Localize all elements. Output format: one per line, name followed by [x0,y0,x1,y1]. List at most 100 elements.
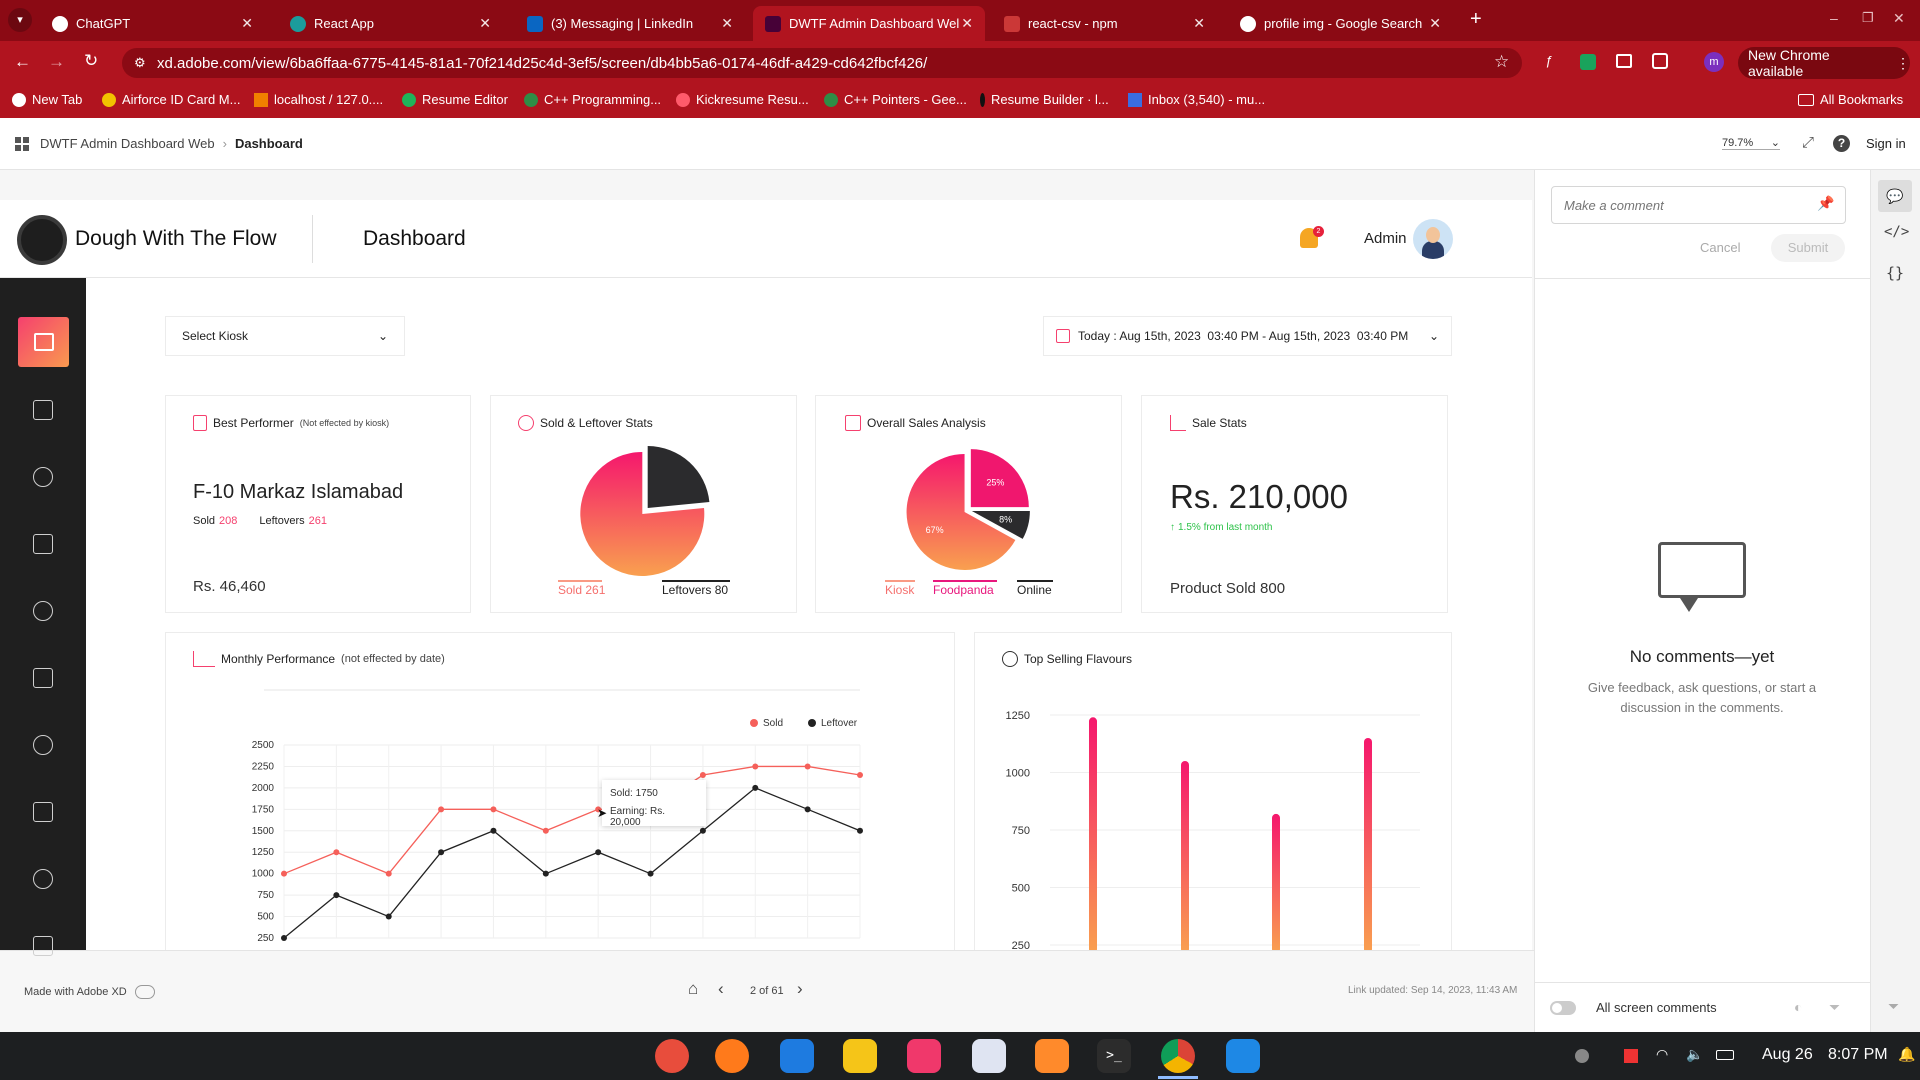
data-point-leftover[interactable] [490,827,497,834]
tray-app-icon[interactable] [1624,1049,1638,1063]
zoom-select[interactable]: 79.7% ⌄ [1722,136,1780,150]
breadcrumb-project[interactable]: DWTF Admin Dashboard Web [40,136,215,151]
data-point-sold[interactable] [857,772,863,779]
data-point-sold[interactable] [804,763,811,770]
close-icon[interactable]: ✕ [961,15,973,32]
filter-icon[interactable]: ⏷ [1829,999,1840,1016]
kiosk-icon[interactable] [33,400,53,420]
bookmark-item[interactable]: C++ Pointers - Gee... [824,92,967,107]
flavour-bar[interactable] [1364,738,1372,950]
tab-linkedin[interactable]: (3) Messaging | LinkedIn ✕ [515,6,745,41]
firefox-icon[interactable] [715,1039,749,1073]
bookmark-item[interactable]: Resume Editor [402,92,508,107]
bookmark-item[interactable]: C++ Programming... [524,92,661,107]
all-bookmarks-button[interactable]: All Bookmarks [1798,92,1903,107]
close-icon[interactable]: ✕ [241,15,253,32]
back-button[interactable]: ← [14,52,31,72]
all-comments-toggle[interactable] [1550,1001,1576,1015]
close-icon[interactable]: ✕ [479,15,491,32]
data-point-leftover[interactable] [752,784,759,791]
tab-react-app[interactable]: React App ✕ [278,6,503,41]
data-point-sold[interactable] [490,806,497,813]
forward-button[interactable]: → [48,52,65,72]
tray-app-icon[interactable] [1575,1049,1589,1063]
pin-icon[interactable]: 📌 [1817,195,1834,212]
launcher-icon[interactable] [655,1039,689,1073]
fullscreen-icon[interactable]: ⤢ [1802,134,1814,151]
strip-filter-icon[interactable]: ⏷ [1888,998,1899,1015]
tab-list-dropdown[interactable]: ▾ [8,8,32,32]
data-point-leftover[interactable] [595,849,602,856]
flavour-bar[interactable] [1181,761,1189,950]
sign-in-link[interactable]: Sign in [1866,136,1906,151]
data-point-leftover[interactable] [647,870,654,877]
braces-icon[interactable]: {} [1886,264,1904,282]
data-point-leftover[interactable] [857,827,863,834]
tab-react-csv[interactable]: react-csv - npm ✕ [992,6,1217,41]
kiosk-select[interactable]: Select Kiosk ⌄ [165,316,405,356]
inventory-icon[interactable] [33,601,53,621]
cancel-button[interactable]: Cancel [1700,240,1740,255]
avatar[interactable] [1413,219,1453,259]
data-point-leftover[interactable] [281,935,287,941]
data-point-sold[interactable] [438,806,445,813]
bookmark-item[interactable]: New Tab [12,92,82,107]
hide-comments-icon[interactable]: ◐ [1794,999,1802,1015]
bookmark-item[interactable]: Resume Builder · l... [980,92,1109,107]
battery-icon[interactable] [1716,1050,1734,1060]
staff-icon[interactable] [33,735,53,755]
data-point-leftover[interactable] [542,870,549,877]
wifi-icon[interactable]: ◠ [1656,1046,1668,1063]
bookmark-item[interactable]: localhost / 127.0.... [254,92,383,107]
app-store-icon[interactable] [1035,1039,1069,1073]
new-tab-button[interactable]: + [1470,8,1482,31]
orders-icon[interactable] [33,467,53,487]
extension-icon[interactable] [1580,54,1596,70]
bookmark-item[interactable]: Airforce ID Card M... [102,92,240,107]
data-point-sold[interactable] [542,827,549,834]
reload-button[interactable]: ↻ [84,51,98,71]
volume-icon[interactable]: 🔈 [1686,1046,1703,1063]
code-icon[interactable]: </> [1884,224,1909,240]
mail-icon[interactable] [780,1039,814,1073]
close-window-button[interactable]: ✕ [1893,10,1905,27]
bookmark-item[interactable]: Inbox (3,540) - mu... [1128,92,1265,107]
extension-icon[interactable]: ƒ [1545,53,1563,71]
extensions-puzzle-icon[interactable] [1652,53,1668,69]
files-icon[interactable] [843,1039,877,1073]
restore-button[interactable]: ❐ [1862,10,1874,26]
taskbar-date[interactable]: Aug 26 [1762,1046,1813,1064]
tab-chatgpt[interactable]: ChatGPT ✕ [40,6,265,41]
tab-dwtf-dashboard[interactable]: DWTF Admin Dashboard Wel ✕ [753,6,985,41]
new-chrome-available-button[interactable]: New Chrome available ⋮ [1738,47,1910,79]
submit-button[interactable]: Submit [1771,234,1845,262]
data-point-leftover[interactable] [438,849,445,856]
url-text[interactable]: xd.adobe.com/view/6ba6ffaa-6775-4145-81a… [157,55,927,72]
comment-input[interactable] [1551,186,1846,224]
settings-icon[interactable] [33,869,53,889]
profile-avatar[interactable]: m [1704,52,1724,72]
close-icon[interactable]: ✕ [721,15,733,32]
chrome-icon[interactable] [1161,1039,1195,1073]
close-icon[interactable]: ✕ [1429,15,1441,32]
data-point-leftover[interactable] [699,827,706,834]
reports-icon[interactable] [33,668,53,688]
taskbar-time[interactable]: 8:07 PM [1828,1046,1888,1064]
tab-google-search[interactable]: profile img - Google Search ✕ [1228,6,1453,41]
data-point-sold[interactable] [752,763,759,770]
extension-icon[interactable] [1616,54,1632,68]
flavour-bar[interactable] [1272,813,1280,950]
next-screen-button[interactable]: › [797,979,803,999]
data-point-sold[interactable] [281,870,287,877]
prev-screen-button[interactable]: ‹ [718,979,724,999]
flavour-bar[interactable] [1089,717,1097,950]
grid-icon[interactable] [15,137,29,151]
notification-bell-icon[interactable]: 🔔 [1898,1046,1915,1063]
terminal-icon[interactable]: >_ [1097,1039,1131,1073]
site-info-icon[interactable]: ⚙ [134,55,146,71]
vscode-icon[interactable] [1226,1039,1260,1073]
minimize-button[interactable]: – [1830,10,1838,26]
sidebar-item-dashboard[interactable] [18,317,69,367]
data-point-sold[interactable] [385,870,392,877]
data-point-sold[interactable] [333,849,340,856]
